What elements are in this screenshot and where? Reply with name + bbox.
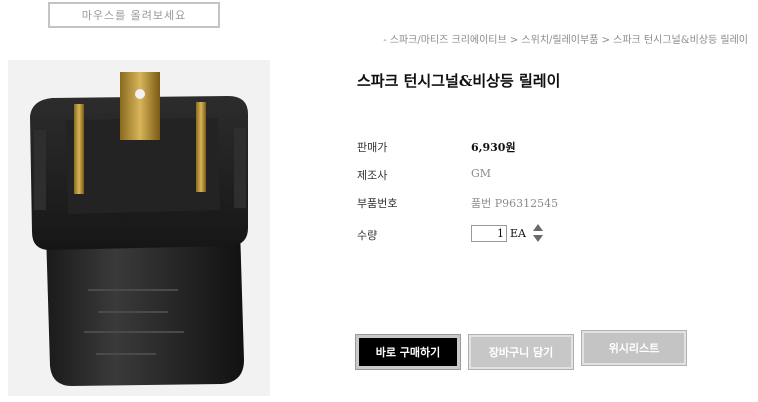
zoom-hint-box: 마우스를 올려보세요 [48,2,220,28]
quantity-unit: EA [510,226,526,240]
part-number-label: 부품번호 [357,197,398,210]
product-title: 스파크 턴시그널&비상등 릴레이 [357,72,561,90]
quantity-stepper[interactable] [532,224,543,242]
quantity-control: EA [471,224,543,242]
add-to-cart-button[interactable]: 장바구니 담기 [468,334,574,370]
quantity-label: 수량 [357,229,378,242]
price-value: 6,930원 [471,141,516,154]
buy-now-button[interactable]: 바로 구매하기 [355,334,461,370]
maker-label: 제조사 [357,169,388,182]
maker-value: GM [471,167,492,180]
decrease-icon[interactable] [532,235,543,242]
wishlist-button[interactable]: 위시리스트 [581,330,687,366]
increase-icon[interactable] [532,224,543,231]
product-image[interactable] [8,60,270,396]
zoom-hint-text: 마우스를 올려보세요 [81,9,187,22]
relay-image [8,60,270,396]
part-number-value: 품번 P96312545 [471,197,559,210]
breadcrumb: - 스파크/마티즈 크리에이티브 > 스위치/릴레이부품 > 스파크 턴시그널&… [383,35,748,46]
quantity-input[interactable] [471,224,507,242]
price-label: 판매가 [357,141,388,154]
